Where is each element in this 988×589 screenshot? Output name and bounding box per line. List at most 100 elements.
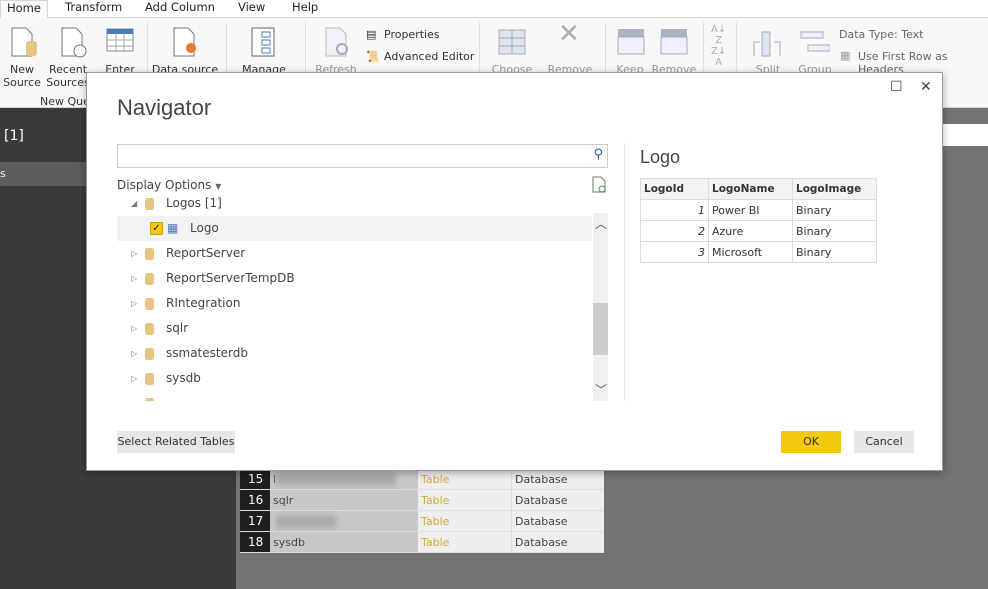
row-type: Database: [512, 511, 604, 531]
preview-cell: Microsoft: [708, 241, 793, 263]
advanced-editor-icon: 📜: [366, 50, 380, 63]
expand-arrow-icon[interactable]: ▷: [131, 241, 137, 266]
row-number: 16: [240, 490, 270, 510]
split-column-icon: [753, 31, 781, 57]
select-related-tables-button[interactable]: Select Related Tables: [117, 431, 235, 453]
grid-row[interactable]: 17 Table Database: [240, 511, 604, 532]
scroll-down-icon[interactable]: ﹀: [595, 381, 607, 398]
tab-transform[interactable]: Transform: [65, 0, 122, 18]
formula-bar[interactable]: [943, 124, 988, 146]
tree-item[interactable]: ✓ ▦ Logo: [117, 216, 592, 241]
recent-sources-button[interactable]: Recent Sources: [46, 63, 90, 89]
row-kind: Table: [418, 532, 512, 552]
column-header[interactable]: LogoId: [640, 178, 709, 200]
tab-help[interactable]: Help: [292, 0, 318, 18]
grid-row[interactable]: 18 sysdb Table Database: [240, 532, 604, 553]
queries-pane-title: [1]: [4, 128, 24, 144]
tab-view[interactable]: View: [238, 0, 265, 18]
row-name: sysdb: [270, 532, 418, 552]
row-name: l: [270, 469, 418, 489]
display-options-dropdown[interactable]: Display Options ▼: [117, 178, 221, 192]
search-icon[interactable]: ⚲: [593, 147, 603, 162]
database-icon: [145, 298, 154, 310]
properties-icon: ▤: [366, 28, 377, 41]
tree-item[interactable]: ▷ ReportServer: [117, 241, 592, 266]
group-by-icon: [800, 31, 830, 52]
checkbox-checked[interactable]: ✓: [150, 222, 163, 235]
preview-cell: Binary: [792, 241, 877, 263]
preview-title: Logo: [640, 147, 681, 167]
tree-item-label: ReportServerTempDB: [166, 271, 295, 285]
expand-arrow-icon[interactable]: ▷: [131, 341, 137, 366]
tree-item[interactable]: ▷ ssmatesterdb: [117, 341, 592, 366]
row-number: 15: [240, 469, 270, 489]
search-field[interactable]: [118, 145, 578, 165]
scroll-up-icon[interactable]: ︿: [595, 215, 607, 232]
database-icon: [145, 348, 154, 360]
row-number: 17: [240, 511, 270, 531]
properties-button[interactable]: Properties: [384, 28, 440, 41]
tree-item-partial[interactable]: [117, 391, 592, 401]
expand-arrow-icon[interactable]: ▷: [131, 266, 137, 291]
ok-button[interactable]: OK: [781, 431, 841, 453]
choose-columns-icon: [498, 29, 526, 55]
database-icon: [145, 373, 154, 385]
database-icon: [145, 323, 154, 335]
preview-cell: 2: [640, 220, 709, 242]
row-name: [270, 511, 418, 531]
grid-row[interactable]: 16 sqlr Table Database: [240, 490, 604, 511]
cancel-button[interactable]: Cancel: [854, 431, 914, 453]
scrollbar-thumb[interactable]: [593, 303, 608, 355]
sort-icon[interactable]: A↓ Z Z↓ A: [711, 24, 726, 68]
new-source-button[interactable]: New Source: [0, 63, 44, 89]
refresh-icon: [325, 27, 348, 57]
tab-add-column[interactable]: Add Column: [145, 0, 215, 18]
tree-item-label: Logos [1]: [166, 196, 222, 210]
tree-item[interactable]: ▷ RIntegration: [117, 291, 592, 316]
close-button[interactable]: ✕: [920, 79, 932, 95]
redacted-blur: [276, 515, 336, 528]
new-source-icon: [11, 27, 37, 57]
row-name-text: sysdb: [273, 536, 305, 549]
row-name-text: sqlr: [273, 494, 294, 507]
remove-rows-icon: [660, 29, 688, 55]
row-kind: Table: [418, 490, 512, 510]
tree-item[interactable]: ▷ sysdb: [117, 366, 592, 391]
preview-table: LogoId LogoName LogoImage 1 Power BI Binary 2 A…: [640, 178, 877, 263]
query-item-selected[interactable]: s: [0, 162, 86, 186]
data-grid: 15 l Table Database 16 sqlr Table Databas…: [240, 469, 604, 553]
expand-arrow-icon[interactable]: ▷: [131, 366, 137, 391]
display-options-label: Display Options: [117, 178, 212, 192]
preview-cell: Binary: [792, 199, 877, 221]
advanced-editor-button[interactable]: Advanced Editor: [384, 50, 474, 63]
tree-item[interactable]: ◢ Logos [1]: [117, 196, 592, 216]
tab-home[interactable]: Home: [0, 0, 48, 19]
database-icon: [145, 198, 154, 210]
expanded-arrow-icon[interactable]: ◢: [131, 196, 137, 216]
chevron-down-icon: ▼: [215, 182, 222, 191]
preview-row: 1 Power BI Binary: [640, 199, 877, 221]
tree-item-label: ReportServer: [166, 246, 246, 260]
preview-cell: 1: [640, 199, 709, 221]
navigator-dialog: Navigator ☐ ✕ ⚲ Display Options ▼ ▷ sysdb…: [86, 72, 943, 471]
row-type: Database: [512, 490, 604, 510]
ribbon-tabs: Home Transform Add Column View Help: [0, 0, 988, 19]
row-number: 18: [240, 532, 270, 552]
expand-arrow-icon[interactable]: ▷: [131, 291, 137, 316]
tree-item[interactable]: ▷ ReportServerTempDB: [117, 266, 592, 291]
preview-cell: 3: [640, 241, 709, 263]
navigator-tree: ▷ sysdb ▷ ssmatesterdb ▷ sqlr ▷ RIntegration ▷ Re…: [117, 196, 608, 401]
data-type-dropdown[interactable]: Data Type: Text: [839, 28, 923, 41]
expand-arrow-icon[interactable]: ▷: [131, 316, 137, 341]
row-kind: Table: [418, 511, 512, 531]
preview-row: 3 Microsoft Binary: [640, 241, 877, 263]
row-type: Database: [512, 469, 604, 489]
refresh-preview-icon[interactable]: [592, 176, 606, 193]
search-input[interactable]: ⚲: [117, 144, 608, 168]
grid-row[interactable]: 15 l Table Database: [240, 469, 604, 490]
column-header[interactable]: LogoName: [708, 178, 793, 200]
table-icon: ▦: [167, 221, 179, 235]
column-header[interactable]: LogoImage: [792, 178, 877, 200]
tree-item[interactable]: ▷ sqlr: [117, 316, 592, 341]
maximize-button[interactable]: ☐: [890, 79, 903, 95]
